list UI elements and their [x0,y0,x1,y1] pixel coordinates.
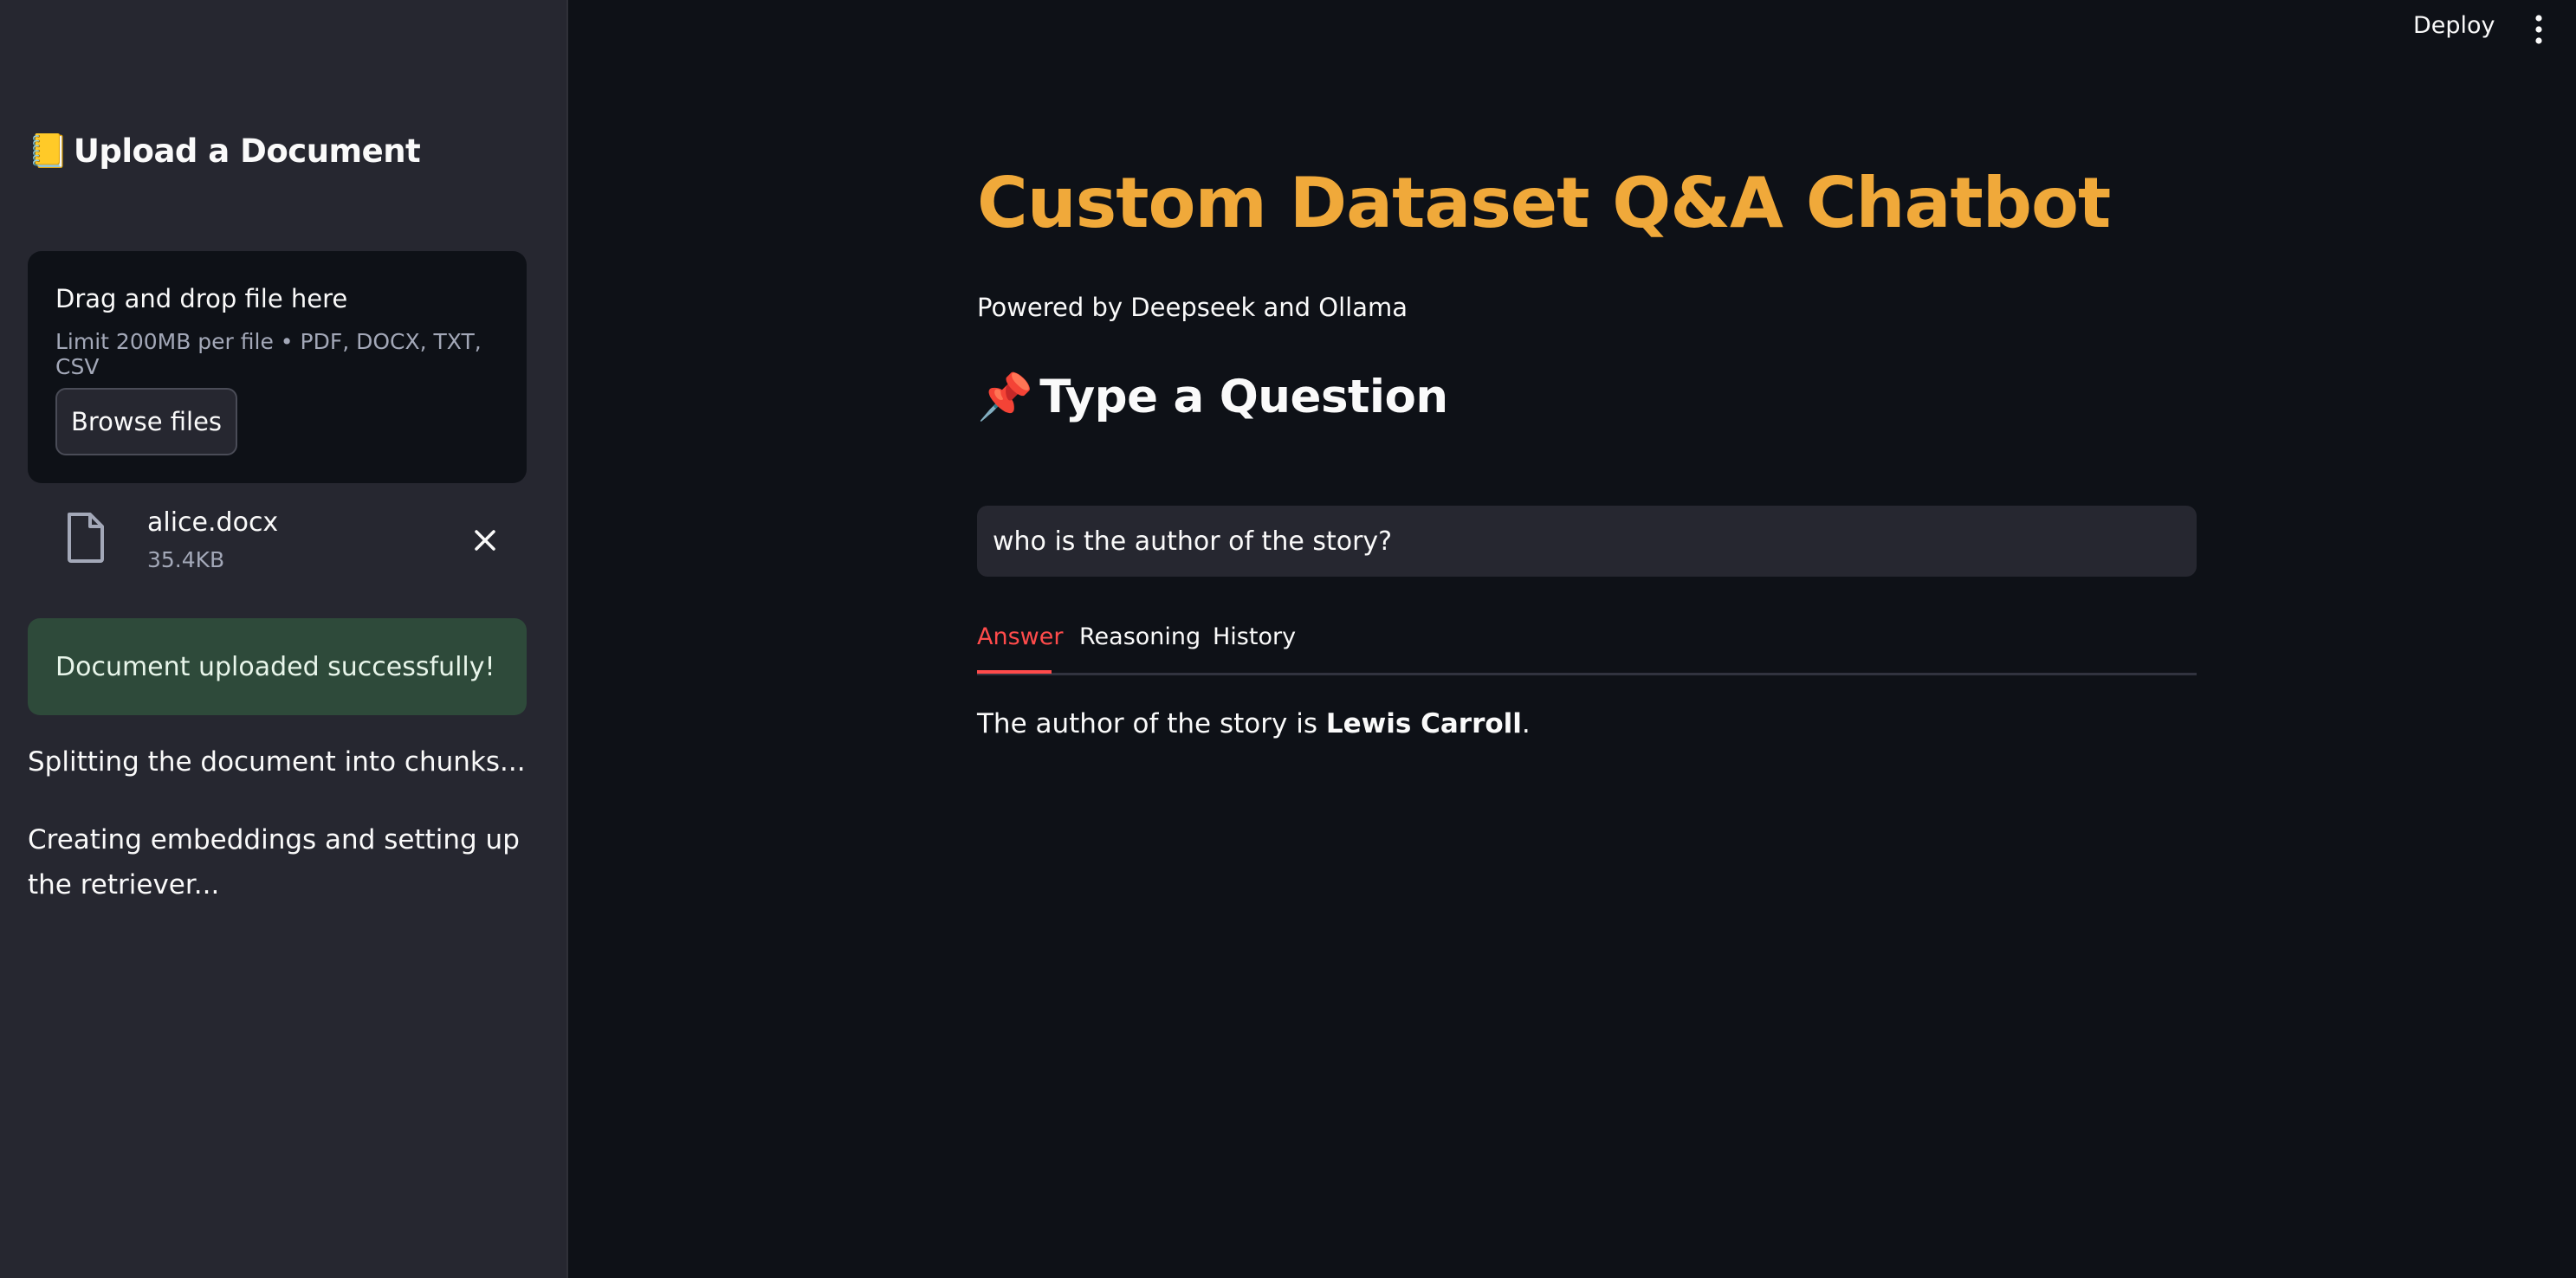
question-section-title: Type a Question [1039,371,1448,423]
uploaded-file-item: alice.docx 35.4KB [28,500,527,584]
file-size: 35.4KB [147,547,225,572]
browse-files-button[interactable]: Browse files [55,388,237,455]
answer-text: The author of the story is Lewis Carroll… [977,708,1531,739]
upload-success-alert: Document uploaded successfully! [28,618,527,715]
file-icon [68,513,104,563]
tab-history[interactable]: History [1213,623,1296,650]
tab-reasoning[interactable]: Reasoning [1079,623,1201,650]
file-uploader-dropzone[interactable]: Drag and drop file here Limit 200MB per … [28,251,527,483]
answer-prefix: The author of the story is [977,708,1326,739]
status-embeddings-text: Creating embeddings and setting up the r… [28,824,520,900]
page-subtitle: Powered by Deepseek and Ollama [977,293,1408,322]
answer-author: Lewis Carroll [1325,708,1522,739]
tab-answer[interactable]: Answer [977,623,1063,650]
pushpin-icon: 📌 [977,371,1033,423]
page-title: Custom Dataset Q&A Chatbot [977,163,2111,243]
upload-limit-text: Limit 200MB per file • PDF, DOCX, TXT, C… [55,329,482,379]
sidebar-header: 📒 Upload a Document [28,132,421,171]
app-root: 📒 Upload a Document Drag and drop file h… [0,0,2576,1278]
question-section-header: 📌 Type a Question [977,371,1448,423]
deploy-button[interactable]: Deploy [2413,12,2495,39]
drag-drop-text: Drag and drop file here [55,284,348,313]
more-vertical-icon[interactable] [2529,12,2548,47]
question-input[interactable] [977,506,2197,577]
remove-file-close-icon[interactable] [466,521,504,559]
result-tabs: Answer Reasoning History [977,620,2197,675]
active-tab-indicator [977,670,1052,674]
notebook-icon: 📒 [28,132,68,170]
file-name: alice.docx [147,507,279,538]
status-splitting-text: Splitting the document into chunks... [28,746,526,778]
sidebar-header-text: Upload a Document [73,132,421,170]
answer-suffix: . [1521,708,1531,739]
sidebar: 📒 Upload a Document Drag and drop file h… [0,0,568,1278]
